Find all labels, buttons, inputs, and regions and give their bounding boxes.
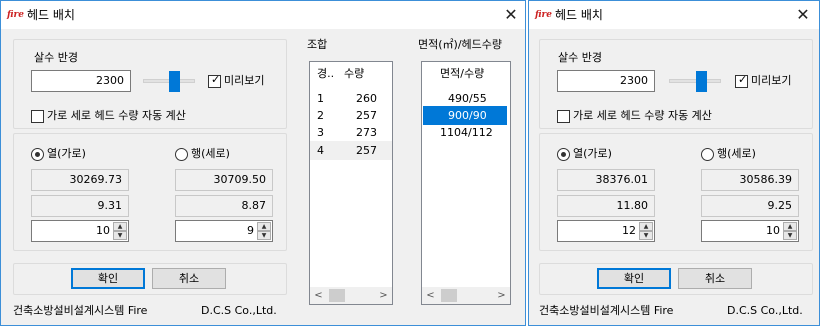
head-layout-dialog-left: fire 헤드 배치 ✕ 살수 반경 2300 ✓ 미리보기 가로 세로 헤드 …: [0, 0, 526, 326]
up-arrow-icon[interactable]: ▲: [113, 222, 127, 231]
row-label: 행(세로): [717, 147, 756, 160]
combo-row-4-id[interactable]: 4: [317, 141, 324, 160]
fire-app-icon: fire: [7, 10, 25, 20]
down-arrow-icon[interactable]: ▼: [639, 231, 653, 240]
row-length-value: 30709.50: [175, 169, 273, 191]
footer-company: D.C.S Co.,Ltd.: [201, 304, 277, 317]
ok-button[interactable]: 확인: [597, 268, 671, 289]
area-hscroll[interactable]: < >: [422, 287, 510, 304]
row-count-value[interactable]: 9: [178, 221, 256, 241]
column-count-value[interactable]: 12: [560, 221, 638, 241]
footer-company: D.C.S Co.,Ltd.: [727, 304, 803, 317]
combo-hscroll[interactable]: < >: [310, 287, 392, 304]
row-spacing-value: 8.87: [175, 195, 273, 217]
row-label: 행(세로): [191, 147, 230, 160]
scroll-thumb[interactable]: [441, 289, 457, 302]
combo-row-3-id[interactable]: 3: [317, 123, 324, 142]
up-arrow-icon[interactable]: ▲: [783, 222, 797, 231]
scroll-left-icon[interactable]: <: [422, 287, 439, 304]
sprinkler-radius-input[interactable]: 2300: [557, 70, 655, 92]
row-spacing-value: 9.25: [701, 195, 799, 217]
button-group: [539, 263, 813, 295]
cancel-button[interactable]: 취소: [678, 268, 752, 289]
area-header[interactable]: 면적/수량: [440, 62, 484, 86]
column-length-value: 30269.73: [31, 169, 129, 191]
column-length-value: 38376.01: [557, 169, 655, 191]
combination-list[interactable]: 경.. 수량 1 260 2 257 3 273 4 257 < >: [309, 61, 393, 305]
footer-system-name: 건축소방설비설계시스템 Fire: [13, 304, 148, 317]
up-arrow-icon[interactable]: ▲: [639, 222, 653, 231]
spin-arrows[interactable]: ▲ ▼: [783, 222, 797, 240]
head-layout-dialog-right: fire 헤드 배치 ✕ 살수 반경 2300 ✓ 미리보기 가로 세로 헤드 …: [528, 0, 820, 326]
button-group: [13, 263, 287, 295]
footer-system-name: 건축소방설비설계시스템 Fire: [539, 304, 674, 317]
column-count-stepper[interactable]: 10 ▲ ▼: [31, 220, 129, 242]
column-count-value[interactable]: 10: [34, 221, 112, 241]
title-bar: fire 헤드 배치 ✕: [529, 1, 819, 29]
combo-header-count[interactable]: 수량: [344, 62, 364, 86]
combo-header-path[interactable]: 경..: [317, 62, 334, 86]
title-bar: fire 헤드 배치 ✕: [1, 1, 525, 29]
preview-checkbox[interactable]: ✓: [735, 73, 748, 88]
scroll-right-icon[interactable]: >: [375, 287, 392, 304]
combination-title: 조합: [307, 38, 328, 51]
radio-dot-icon: [561, 152, 566, 157]
row-count-value[interactable]: 10: [704, 221, 782, 241]
preview-label: 미리보기: [224, 74, 265, 87]
column-label: 열(가로): [47, 147, 86, 160]
sprinkler-radius-input[interactable]: 2300: [31, 70, 131, 92]
sprinkler-radius-label: 살수 반경: [558, 51, 602, 64]
radio-dot-icon: [35, 152, 40, 157]
close-icon[interactable]: ✕: [495, 1, 527, 29]
combo-row-4-count[interactable]: 257: [356, 141, 377, 160]
check-icon: ✓: [738, 73, 748, 86]
scroll-right-icon[interactable]: >: [493, 287, 510, 304]
column-radio[interactable]: [557, 148, 570, 161]
column-radio[interactable]: [31, 148, 44, 161]
column-spacing-value: 9.31: [31, 195, 129, 217]
cancel-button[interactable]: 취소: [152, 268, 226, 289]
spin-arrows[interactable]: ▲ ▼: [257, 222, 271, 240]
radius-slider-track[interactable]: [669, 79, 721, 83]
radius-slider-thumb[interactable]: [169, 71, 180, 92]
scroll-thumb[interactable]: [329, 289, 345, 302]
column-spacing-value: 11.80: [557, 195, 655, 217]
check-icon: ✓: [211, 73, 221, 86]
preview-label: 미리보기: [751, 74, 792, 87]
preview-checkbox[interactable]: ✓: [208, 73, 221, 88]
row-length-value: 30586.39: [701, 169, 799, 191]
window-title: 헤드 배치: [27, 8, 75, 22]
column-count-stepper[interactable]: 12 ▲ ▼: [557, 220, 655, 242]
down-arrow-icon[interactable]: ▼: [257, 231, 271, 240]
spin-arrows[interactable]: ▲ ▼: [639, 222, 653, 240]
fire-app-icon: fire: [535, 10, 553, 20]
row-count-stepper[interactable]: 9 ▲ ▼: [175, 220, 273, 242]
area-title: 면적(㎡)/헤드수량: [418, 38, 503, 51]
auto-calc-checkbox[interactable]: [557, 110, 570, 123]
row-radio[interactable]: [701, 148, 714, 161]
sprinkler-radius-label: 살수 반경: [34, 51, 78, 64]
spin-arrows[interactable]: ▲ ▼: [113, 222, 127, 240]
column-label: 열(가로): [573, 147, 612, 160]
auto-calc-checkbox[interactable]: [31, 110, 44, 123]
area-list[interactable]: 면적/수량 490/55 900/90 1104/112 < >: [421, 61, 511, 305]
up-arrow-icon[interactable]: ▲: [257, 222, 271, 231]
window-title: 헤드 배치: [555, 8, 603, 22]
auto-calc-label: 가로 세로 헤드 수량 자동 계산: [573, 109, 712, 122]
combo-row-3-count[interactable]: 273: [356, 123, 377, 142]
down-arrow-icon[interactable]: ▼: [113, 231, 127, 240]
area-row-3[interactable]: 1104/112: [440, 123, 493, 142]
radius-slider-thumb[interactable]: [696, 71, 707, 92]
down-arrow-icon[interactable]: ▼: [783, 231, 797, 240]
auto-calc-label: 가로 세로 헤드 수량 자동 계산: [47, 109, 186, 122]
scroll-left-icon[interactable]: <: [310, 287, 327, 304]
row-count-stepper[interactable]: 10 ▲ ▼: [701, 220, 799, 242]
ok-button[interactable]: 확인: [71, 268, 145, 289]
close-icon[interactable]: ✕: [787, 1, 819, 29]
row-radio[interactable]: [175, 148, 188, 161]
